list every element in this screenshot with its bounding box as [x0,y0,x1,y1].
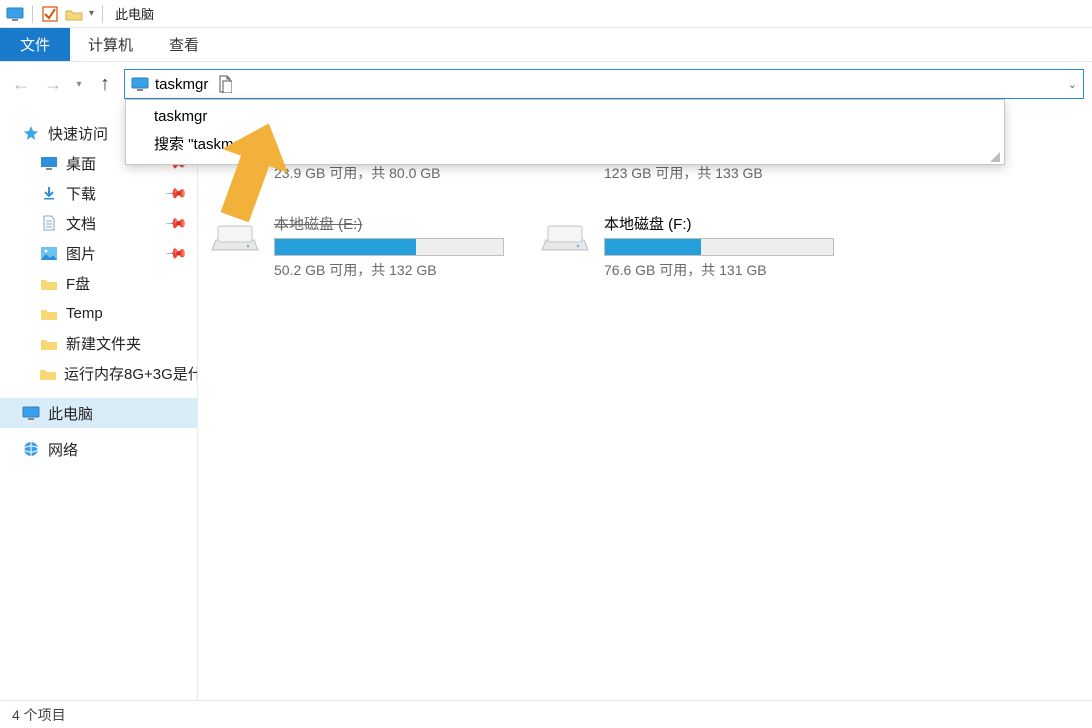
titlebar-separator-2 [102,5,103,23]
star-icon [22,124,40,142]
sidebar-pictures[interactable]: 图片 📌 [0,238,197,268]
dropdown-resize-grip-icon[interactable] [988,150,1000,162]
nav-history-dropdown-icon[interactable]: ▾ [72,79,86,90]
folder-icon [40,304,58,322]
ribbon: 文件 计算机 查看 [0,28,1092,62]
sidebar: 快速访问 桌面 📌 下载 📌 文档 📌 图片 [0,106,198,700]
address-doc-icon [218,75,234,93]
drive-capacity-fill [275,239,416,255]
address-pc-icon [131,77,149,91]
drive-capacity-text: 50.2 GB 可用，共 132 GB [274,260,508,280]
drive-item[interactable]: 本地磁盘 (E:) 50.2 GB 可用，共 132 GB [208,213,508,280]
download-icon [40,184,58,202]
quick-access-toolbar-dropdown-icon[interactable]: ▾ [89,8,94,19]
status-item-count: 4 个项目 [12,705,66,725]
checkbox-icon[interactable] [41,5,59,23]
pin-icon: 📌 [164,241,188,265]
sidebar-label-network: 网络 [48,439,78,460]
desktop-icon [40,154,58,172]
sidebar-downloads[interactable]: 下载 📌 [0,178,197,208]
sidebar-ram[interactable]: 运行内存8G+3G是什 [0,358,197,388]
folder-up-icon[interactable] [65,5,83,23]
sidebar-label-pictures: 图片 [66,243,96,264]
pin-icon: 📌 [164,211,188,235]
folder-icon [40,364,56,382]
nav-up-button[interactable]: ↑ [92,71,118,97]
drive-name: 本地磁盘 (F:) [604,213,838,234]
pin-icon: 📌 [164,181,188,205]
sidebar-label-ram: 运行内存8G+3G是什 [64,363,198,384]
autocomplete-item-search[interactable]: 搜索 "taskmgr" [126,129,1004,158]
address-bar[interactable]: taskmgr ⌄ taskmgr 搜索 "taskmgr" [124,69,1084,99]
drive-capacity-fill [605,239,701,255]
content-area: 本地磁盘 (C:)23.9 GB 可用，共 80.0 GB本地磁盘 (D:)12… [198,106,1092,700]
ribbon-file-tab[interactable]: 文件 [0,28,70,61]
folder-icon [40,334,58,352]
this-pc-icon [6,5,24,23]
sidebar-label-fdrive: F盘 [66,273,90,294]
titlebar: ▾ 此电脑 [0,0,1092,28]
folder-icon [40,274,58,292]
sidebar-fdrive[interactable]: F盘 [0,268,197,298]
address-text[interactable]: taskmgr [155,76,208,93]
ribbon-tab-computer[interactable]: 计算机 [70,28,151,61]
nav-row: ← → ▾ ↑ taskmgr ⌄ taskmgr 搜索 "taskmgr" [0,62,1092,106]
autocomplete-item-taskmgr[interactable]: taskmgr [126,104,1004,129]
network-icon [22,440,40,458]
ribbon-tab-view[interactable]: 查看 [151,28,217,61]
nav-back-button[interactable]: ← [8,71,34,97]
sidebar-spacer [0,388,197,398]
hard-disk-icon [208,213,262,257]
drive-item[interactable]: 本地磁盘 (F:) 76.6 GB 可用，共 131 GB [538,213,838,280]
document-icon [40,214,58,232]
drive-capacity-text: 23.9 GB 可用，共 80.0 GB [274,163,508,183]
sidebar-label-documents: 文档 [66,213,96,234]
sidebar-newfolder[interactable]: 新建文件夹 [0,328,197,358]
drive-capacity-text: 76.6 GB 可用，共 131 GB [604,260,838,280]
sidebar-label-downloads: 下载 [66,183,96,204]
body: 快速访问 桌面 📌 下载 📌 文档 📌 图片 [0,106,1092,700]
sidebar-this-pc[interactable]: 此电脑 [0,398,197,428]
sidebar-label-quick-access: 快速访问 [48,123,108,144]
titlebar-separator [32,5,33,23]
sidebar-documents[interactable]: 文档 📌 [0,208,197,238]
sidebar-label-this-pc: 此电脑 [48,403,93,424]
sidebar-temp[interactable]: Temp [0,298,197,328]
hard-disk-icon [538,213,592,257]
drive-capacity-text: 123 GB 可用，共 133 GB [604,163,838,183]
sidebar-label-temp: Temp [66,305,103,322]
address-autocomplete-dropdown: taskmgr 搜索 "taskmgr" [125,99,1005,165]
sidebar-network[interactable]: 网络 [0,434,197,464]
sidebar-label-newfolder: 新建文件夹 [66,333,141,354]
drive-capacity-bar [604,238,834,256]
picture-icon [40,244,58,262]
this-pc-icon [22,404,40,422]
address-dropdown-icon[interactable]: ⌄ [1068,78,1077,91]
nav-forward-button[interactable]: → [40,71,66,97]
drive-name: 本地磁盘 (E:) [274,213,508,234]
status-bar: 4 个项目 [0,700,1092,728]
drive-capacity-bar [274,238,504,256]
sidebar-label-desktop: 桌面 [66,153,96,174]
window-title: 此电脑 [115,4,154,23]
